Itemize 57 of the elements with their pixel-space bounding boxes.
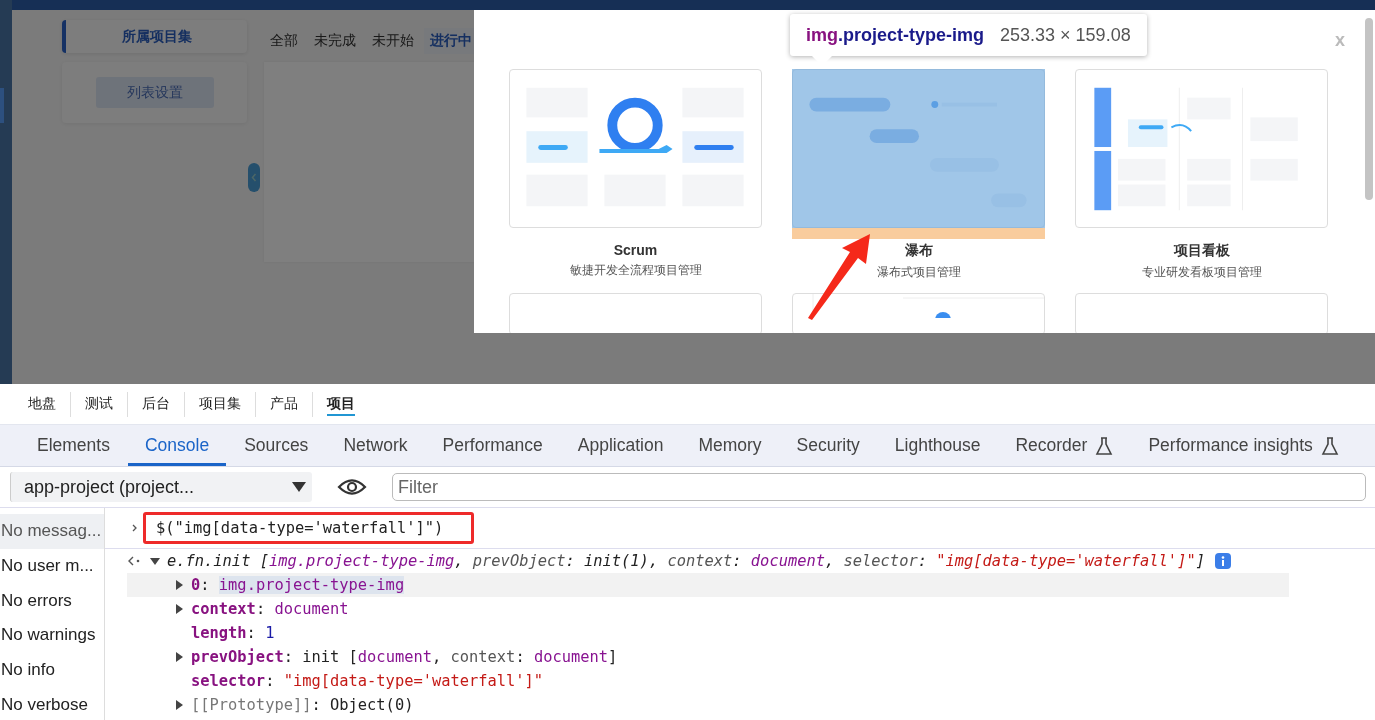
app-tab[interactable]: 后台 xyxy=(128,391,185,417)
devtools-tab[interactable]: Security xyxy=(779,425,877,466)
message-filter-item[interactable]: No warnings xyxy=(0,618,104,653)
prompt-icon xyxy=(131,522,139,534)
card-subtitle: 敏捷开发全流程项目管理 xyxy=(569,262,702,279)
filter-tab[interactable]: 未开始 xyxy=(366,28,420,54)
message-filter-item[interactable]: No info xyxy=(0,652,104,688)
filter-tab[interactable]: 未完成 xyxy=(308,28,362,54)
expand-triangle-icon[interactable] xyxy=(149,555,161,567)
devtools-tab[interactable]: Console xyxy=(127,425,227,466)
expand-triangle-icon[interactable] xyxy=(173,651,185,663)
devtools-tab[interactable]: Memory xyxy=(681,425,779,466)
eye-icon[interactable] xyxy=(337,477,367,497)
property-entry: length: 1 xyxy=(191,624,275,642)
console-command: $("img[data-type='waterfall']") xyxy=(143,512,475,544)
message-filter-item[interactable]: No errors xyxy=(0,583,104,618)
devtools-tab[interactable]: Network xyxy=(326,425,425,466)
property-entry: selector: "img[data-type='waterfall']" xyxy=(191,672,544,690)
filter-field[interactable]: Filter xyxy=(392,473,1366,501)
devtools-tab[interactable]: Performance insights xyxy=(1131,425,1356,466)
property-entry: [[Prototype]]: Object(0) xyxy=(191,696,414,714)
caret-icon xyxy=(292,482,306,492)
app-tab[interactable]: 产品 xyxy=(256,391,313,417)
message-filter-item[interactable]: No verbose xyxy=(0,687,104,720)
expand-triangle-icon[interactable] xyxy=(173,603,185,615)
card-subtitle: 瀑布式项目管理 xyxy=(876,264,961,281)
context-select[interactable]: app-project (project... xyxy=(10,472,312,502)
result-summary: e.fn.init [img.project-type-img, prevObject: init(1), context: document, selector: "img[data-type='waterfall']"] xyxy=(167,552,1205,570)
property-entry: 0: img.project-type-img xyxy=(191,576,405,594)
card-title: Scrum xyxy=(613,242,658,258)
card-subtitle: 专业研发看板项目管理 xyxy=(1141,264,1262,281)
project-type-image[interactable] xyxy=(1075,69,1328,228)
devtools-tab[interactable]: Elements xyxy=(20,425,127,466)
devtools-tab[interactable]: Lighthouse xyxy=(877,425,998,466)
collapse-handle[interactable] xyxy=(248,163,260,192)
element-selector: img.project-type-img xyxy=(806,24,985,46)
devtools-tab[interactable]: Sources xyxy=(227,425,326,466)
devtools-tab[interactable]: Application xyxy=(560,425,681,466)
project-type-image[interactable] xyxy=(509,69,762,228)
devtools-tab[interactable]: Performance xyxy=(425,425,560,466)
app-tab[interactable]: 测试 xyxy=(71,391,128,417)
message-filter-item[interactable]: No user m... xyxy=(0,548,104,584)
card-title: 项目看板 xyxy=(1173,242,1230,260)
property-entry: prevObject: init [document, context: document] xyxy=(191,648,618,666)
app-tab[interactable]: 地盘 xyxy=(14,391,71,417)
app-tab[interactable]: 项目 xyxy=(313,391,369,417)
expand-triangle-icon[interactable] xyxy=(173,579,185,591)
scrollbar-thumb[interactable] xyxy=(1365,18,1373,200)
property-entry: context: document xyxy=(191,600,349,618)
message-filter-item[interactable]: No messag... xyxy=(0,514,104,549)
info-icon[interactable] xyxy=(1214,553,1231,569)
element-size: 253.33 × 159.08 xyxy=(1000,24,1131,46)
expand-triangle-icon[interactable] xyxy=(173,699,185,711)
card-title: 瀑布 xyxy=(904,242,933,260)
filter-tab[interactable]: 全部 xyxy=(264,28,304,54)
app-tab[interactable]: 项目集 xyxy=(185,391,256,417)
devtools-tab[interactable]: Recorder xyxy=(998,425,1131,466)
